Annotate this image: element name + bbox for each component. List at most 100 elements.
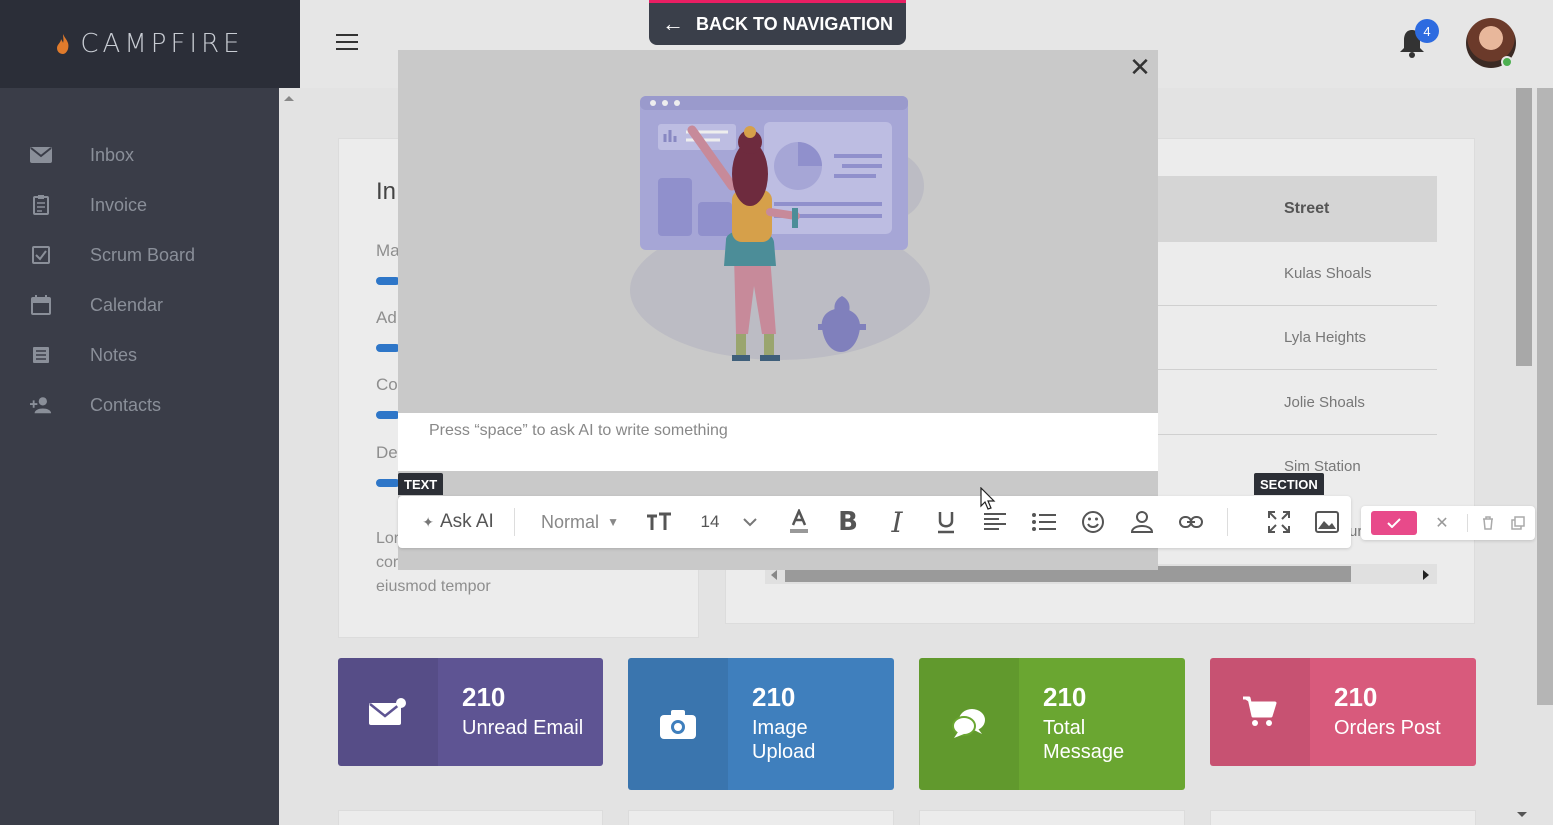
stat-card-unread-email[interactable]: 210 Unread Email (338, 658, 603, 766)
scroll-up-arrow-icon[interactable] (284, 95, 294, 103)
ask-ai-label: Ask AI (439, 511, 494, 532)
calendar-icon (30, 294, 52, 316)
skill-label: Co (376, 375, 398, 394)
sidebar-item-label: Inbox (90, 144, 135, 165)
arrow-left-icon: ← (662, 11, 684, 36)
sidebar-item-contacts[interactable]: Contacts (0, 380, 279, 430)
link-icon[interactable] (1176, 496, 1206, 548)
chevron-down-icon (743, 517, 758, 526)
toolbar-divider (1227, 508, 1228, 536)
bottom-card (338, 810, 603, 825)
lorem-text: Lor (376, 530, 400, 547)
sidebar-item-invoice[interactable]: Invoice (0, 180, 279, 230)
text-style-value: Normal (541, 511, 600, 532)
back-to-navigation-label: BACK TO NAVIGATION (696, 13, 893, 34)
mail-icon (338, 658, 438, 766)
stat-card-image-upload[interactable]: 210 Image Upload (628, 658, 894, 790)
sidebar-item-label: Contacts (90, 394, 162, 415)
sidebar-item-label: Invoice (90, 194, 148, 215)
stat-card-total-message[interactable]: 210 Total Message (919, 658, 1185, 790)
stat-card-orders-post[interactable]: 210 Orders Post (1210, 658, 1476, 766)
trash-icon[interactable] (1477, 506, 1499, 540)
text-placeholder: Press “space” to ask AI to write somethi… (429, 422, 728, 439)
italic-icon[interactable]: I (882, 496, 912, 548)
bullet-list-icon[interactable] (1029, 496, 1059, 548)
brand-name: CAMPFIRE (80, 29, 244, 59)
stat-label: Total Message (1043, 717, 1125, 763)
camera-icon (628, 658, 728, 790)
row-divider (1158, 305, 1437, 306)
emoji-icon[interactable] (1078, 496, 1108, 548)
font-size-select[interactable]: 14 (694, 496, 764, 548)
flame-icon (57, 34, 69, 54)
formatting-toolbar: ✦ Ask AI Normal ▼ 14 B I (398, 496, 1351, 548)
sidebar-item-label: Scrum Board (90, 244, 196, 265)
table-cell: Lyla Heights (1284, 329, 1366, 346)
confirm-button[interactable] (1371, 511, 1417, 535)
skill-progress-bar (376, 411, 400, 419)
cart-icon (1210, 658, 1310, 766)
sidebar-item-scrum-board[interactable]: Scrum Board (0, 230, 279, 280)
column-header-street[interactable]: Street (1284, 200, 1329, 218)
bottom-card (1210, 810, 1476, 825)
skill-label: Ma (376, 241, 400, 260)
section-actions: ✕ (1361, 506, 1535, 540)
card-title-fragment: In (376, 178, 397, 205)
sidebar-item-inbox[interactable]: Inbox (0, 130, 279, 180)
toolbar-divider (1467, 514, 1468, 532)
scroll-down-arrow-icon[interactable] (1517, 810, 1527, 818)
bottom-card (628, 810, 894, 825)
invoice-icon (30, 194, 52, 216)
skill-progress-bar (376, 277, 400, 285)
stat-label: Orders Post (1334, 717, 1441, 739)
scroll-right-arrow-icon[interactable] (1422, 570, 1430, 580)
back-to-navigation-button[interactable]: ← BACK TO NAVIGATION (649, 0, 906, 45)
vertical-scrollbar[interactable] (1537, 88, 1553, 705)
stat-label: Image Upload (752, 717, 816, 763)
check-icon (1387, 518, 1401, 528)
lorem-text: cor (376, 554, 399, 571)
underline-icon[interactable] (931, 496, 961, 548)
stat-value: 210 (462, 682, 506, 712)
image-icon[interactable] (1312, 496, 1342, 548)
row-divider (1158, 434, 1437, 435)
brand-logo[interactable]: CAMPFIRE (0, 0, 300, 88)
section-block-tag: SECTION (1254, 473, 1324, 495)
toolbar-divider (514, 508, 515, 536)
notes-icon (30, 344, 52, 366)
cancel-close-icon[interactable]: ✕ (1431, 506, 1453, 540)
ai-text-input[interactable]: Press “space” to ask AI to write somethi… (398, 413, 1158, 471)
text-style-select[interactable]: Normal ▼ (534, 496, 626, 548)
skill-progress-bar (376, 479, 400, 487)
vertical-scrollbar-thumb[interactable] (1516, 88, 1532, 366)
checkbox-icon (30, 244, 52, 266)
notification-badge: 4 (1415, 19, 1439, 43)
sidebar-item-calendar[interactable]: Calendar (0, 280, 279, 330)
row-divider (1158, 369, 1437, 370)
close-icon[interactable]: ✕ (1128, 54, 1152, 80)
fullscreen-icon[interactable] (1264, 496, 1294, 548)
font-color-icon[interactable] (784, 496, 814, 548)
scroll-left-arrow-icon[interactable] (770, 570, 778, 580)
sidebar-item-notes[interactable]: Notes (0, 330, 279, 380)
online-status-indicator (1501, 56, 1513, 68)
add-user-icon (30, 394, 52, 416)
skill-label: Ad (376, 308, 397, 327)
skill-label: De (376, 443, 398, 462)
stat-label: Unread Email (462, 717, 584, 739)
stat-value: 210 (1043, 682, 1087, 712)
stat-value: 210 (752, 682, 796, 712)
bottom-card (919, 810, 1185, 825)
text-size-icon[interactable] (644, 496, 674, 548)
woman-at-dashboard-illustration (630, 96, 930, 361)
table-cell: Jolie Shoals (1284, 394, 1365, 411)
chevron-down-icon: ▼ (607, 515, 619, 529)
ask-ai-button[interactable]: ✦ Ask AI (408, 496, 508, 548)
menu-toggle-icon[interactable] (336, 34, 358, 52)
bold-icon[interactable]: B (833, 496, 863, 548)
stat-value: 210 (1334, 682, 1378, 712)
mouse-cursor-icon (980, 487, 996, 510)
duplicate-icon[interactable] (1507, 506, 1529, 540)
person-icon[interactable] (1127, 496, 1157, 548)
chat-icon (919, 658, 1019, 790)
